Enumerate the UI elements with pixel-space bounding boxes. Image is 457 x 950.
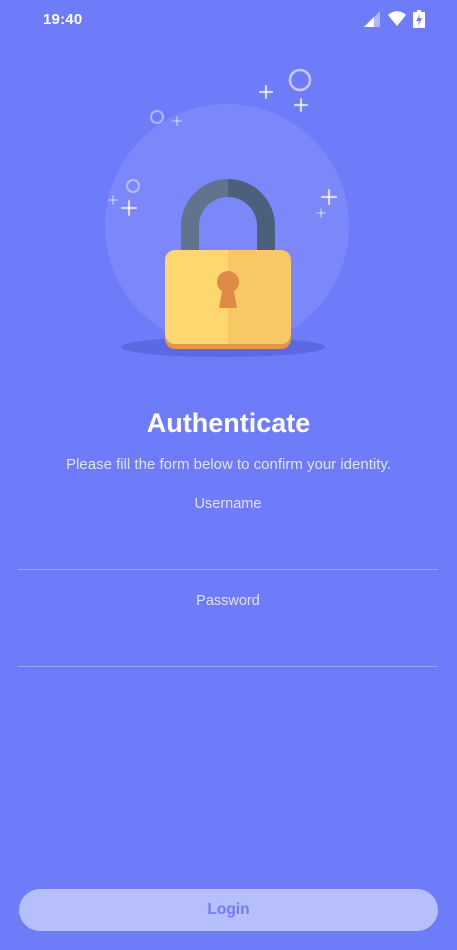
password-field-group: Password xyxy=(18,593,438,667)
auth-screen: 19:40 Authenticate Please fill the form … xyxy=(0,0,457,950)
padlock-illustration xyxy=(100,60,360,365)
login-button[interactable]: Login xyxy=(19,889,438,931)
status-time: 19:40 xyxy=(43,11,83,28)
signal-icon xyxy=(363,10,381,28)
password-label: Password xyxy=(196,593,260,609)
padlock-icon xyxy=(105,68,349,357)
status-bar: 19:40 xyxy=(0,0,457,40)
wifi-icon xyxy=(387,10,407,28)
username-input[interactable] xyxy=(18,522,438,570)
password-input[interactable] xyxy=(18,619,438,667)
page-title: Authenticate xyxy=(146,408,311,438)
username-label: Username xyxy=(194,496,262,512)
page-subtitle: Please fill the form below to confirm yo… xyxy=(66,456,391,473)
status-icons xyxy=(363,10,425,28)
username-field-group: Username xyxy=(18,496,438,570)
battery-charging-icon xyxy=(413,10,425,28)
